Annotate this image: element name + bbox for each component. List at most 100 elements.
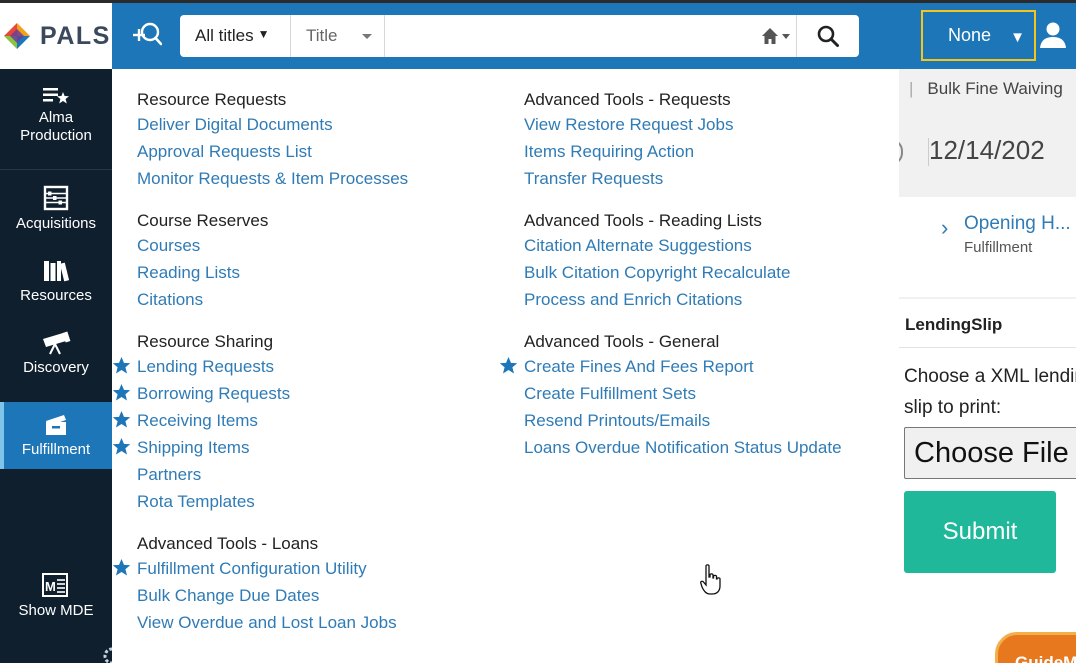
- menu-link-label: Deliver Digital Documents: [137, 115, 333, 134]
- favorite-star-icon[interactable]: [499, 356, 518, 375]
- favorite-star-icon[interactable]: [112, 383, 131, 402]
- nav-fulfillment[interactable]: Fulfillment: [0, 402, 112, 469]
- mde-icon: M: [42, 573, 68, 597]
- menu-column-left: Resource Requests Deliver Digital Documen…: [112, 88, 497, 653]
- menu-link-borrowing-requests[interactable]: Borrowing Requests: [112, 380, 497, 407]
- favorite-star-icon[interactable]: [112, 410, 131, 429]
- menu-link-process-and-enrich-citations[interactable]: Process and Enrich Citations: [524, 286, 884, 313]
- caret-down-icon: ▼: [257, 26, 270, 41]
- menu-link-label: Citation Alternate Suggestions: [524, 236, 752, 255]
- menu-link-label: Shipping Items: [137, 438, 250, 457]
- logo[interactable]: PALS: [0, 3, 112, 69]
- nav-discovery[interactable]: Discovery: [0, 331, 112, 377]
- menu-link-label: Items Requiring Action: [524, 142, 695, 161]
- hand-cursor-icon: [700, 564, 721, 595]
- task-card[interactable]: › Opening H... Fulfillment: [899, 197, 1076, 297]
- favorite-star-icon[interactable]: [112, 558, 131, 577]
- menu-link-label: Loans Overdue Notification Status Update: [524, 438, 842, 457]
- menu-link-citations[interactable]: Citations: [137, 286, 497, 313]
- chevron-right-icon: ›: [941, 215, 949, 240]
- search-input[interactable]: [385, 15, 755, 57]
- breadcrumb: | Bulk Fine Waiving: [909, 79, 1063, 99]
- fulfillment-menu: Resource Requests Deliver Digital Documen…: [112, 69, 899, 663]
- search-scope-label: All titles: [195, 26, 254, 45]
- alma-star-icon: [43, 88, 69, 104]
- menu-link-view-overdue-and-lost-loan-jobs[interactable]: View Overdue and Lost Loan Jobs: [137, 609, 497, 636]
- menu-link-label: Receiving Items: [137, 411, 258, 430]
- menu-link-resend-printouts-emails[interactable]: Resend Printouts/Emails: [524, 407, 884, 434]
- menu-link-bulk-citation-copyright-recalculate[interactable]: Bulk Citation Copyright Recalculate: [524, 259, 884, 286]
- menu-link-lending-requests[interactable]: Lending Requests: [112, 353, 497, 380]
- menu-link-items-requiring-action[interactable]: Items Requiring Action: [524, 138, 884, 165]
- menu-link-loans-overdue-notification-status-update[interactable]: Loans Overdue Notification Status Update: [524, 434, 884, 461]
- menu-group-advanced-tools-reading-lists: Advanced Tools - Reading Lists Citation A…: [524, 209, 884, 313]
- search-scope-dropdown[interactable]: All titles ▼: [180, 15, 291, 57]
- nav-resources[interactable]: Resources: [0, 259, 112, 305]
- institution-selector[interactable]: None ▼: [921, 10, 1036, 61]
- nav-alma-production[interactable]: Alma Production: [0, 85, 112, 145]
- favorite-star-icon[interactable]: [112, 356, 131, 375]
- menu-link-partners[interactable]: Partners: [137, 461, 497, 488]
- menu-link-citation-alternate-suggestions[interactable]: Citation Alternate Suggestions: [524, 232, 884, 259]
- menu-link-approval-requests-list[interactable]: Approval Requests List: [137, 138, 497, 165]
- nav-divider: [0, 169, 112, 170]
- menu-link-label: Transfer Requests: [524, 169, 664, 188]
- submit-button[interactable]: Submit: [904, 491, 1056, 573]
- menu-group-title: Advanced Tools - Reading Lists: [524, 211, 762, 230]
- menu-link-label: Borrowing Requests: [137, 384, 291, 403]
- menu-link-monitor-requests-item-processes[interactable]: Monitor Requests & Item Processes: [137, 165, 497, 192]
- menu-link-receiving-items[interactable]: Receiving Items: [112, 407, 497, 434]
- institution-selector-label: None: [948, 25, 992, 45]
- task-card-subtitle: Fulfillment: [964, 239, 1033, 256]
- menu-link-deliver-digital-documents[interactable]: Deliver Digital Documents: [137, 111, 497, 138]
- search-bar: All titles ▼ Title: [180, 15, 859, 57]
- menu-link-create-fulfillment-sets[interactable]: Create Fulfillment Sets: [524, 380, 884, 407]
- menu-link-create-fines-and-fees-report[interactable]: Create Fines And Fees Report: [499, 353, 884, 380]
- guideme-button[interactable]: GuideMe: [995, 632, 1076, 663]
- menu-group-advanced-tools-loans: Advanced Tools - Loans Fulfillment Config…: [112, 532, 497, 636]
- search-field-dropdown[interactable]: Title: [291, 15, 385, 57]
- favorite-star-icon[interactable]: [112, 437, 131, 456]
- menu-link-label: Rota Templates: [137, 492, 255, 511]
- background-page: | Bulk Fine Waiving 12/14/202 › Opening H…: [899, 69, 1076, 663]
- triangle-down-icon: [362, 34, 372, 39]
- menu-link-label: Create Fines And Fees Report: [524, 357, 754, 376]
- menu-link-view-restore-request-jobs[interactable]: View Restore Request Jobs: [524, 111, 884, 138]
- menu-group-course-reserves: Course Reserves Courses Reading Lists Citat…: [137, 209, 497, 313]
- home-scope-button[interactable]: [755, 15, 797, 57]
- menu-group-advanced-tools-general: Advanced Tools - General Create Fines And…: [499, 330, 884, 461]
- form-prompt: Choose a XML lending slip to print:: [904, 366, 1076, 418]
- menu-link-label: Reading Lists: [137, 263, 241, 282]
- search-button[interactable]: [797, 15, 859, 57]
- menu-link-label: Resend Printouts/Emails: [524, 411, 711, 430]
- menu-link-label: Bulk Citation Copyright Recalculate: [524, 263, 791, 282]
- task-card-title[interactable]: Opening H...: [964, 213, 1071, 235]
- menu-link-bulk-change-due-dates[interactable]: Bulk Change Due Dates: [137, 582, 497, 609]
- breadcrumb-item[interactable]: Bulk Fine Waiving: [927, 79, 1062, 98]
- menu-link-transfer-requests[interactable]: Transfer Requests: [524, 165, 884, 192]
- home-icon: [761, 28, 790, 44]
- svg-text:M: M: [45, 579, 56, 594]
- menu-link-label: Citations: [137, 290, 204, 309]
- menu-column-right: Advanced Tools - Requests View Restore Re…: [499, 88, 884, 478]
- menu-link-label: View Overdue and Lost Loan Jobs: [137, 613, 397, 632]
- chevron-down-icon: ▼: [1010, 29, 1025, 46]
- user-icon[interactable]: [1039, 21, 1067, 49]
- menu-group-title: Resource Requests: [137, 90, 287, 109]
- logo-text: PALS: [40, 21, 111, 50]
- nav-show-mde[interactable]: M Show MDE: [0, 572, 112, 620]
- nav-acquisitions[interactable]: Acquisitions: [0, 185, 112, 233]
- menu-link-rota-templates[interactable]: Rota Templates: [137, 488, 497, 515]
- menu-link-courses[interactable]: Courses: [137, 232, 497, 259]
- menu-link-reading-lists[interactable]: Reading Lists: [137, 259, 497, 286]
- menu-link-label: Monitor Requests & Item Processes: [137, 169, 409, 188]
- menu-link-fulfillment-configuration-utility[interactable]: Fulfillment Configuration Utility: [112, 555, 497, 582]
- menu-group-advanced-tools-requests: Advanced Tools - Requests View Restore Re…: [524, 88, 884, 192]
- search-field-label: Title: [306, 26, 338, 45]
- add-search-icon[interactable]: [132, 20, 162, 50]
- pals-logo-icon: [4, 23, 30, 49]
- nav-label: Fulfillment: [21, 441, 91, 458]
- menu-link-shipping-items[interactable]: Shipping Items: [112, 434, 497, 461]
- top-bar: PALS All titles ▼ Title None ▼: [0, 0, 1076, 69]
- choose-file-button[interactable]: Choose File: [904, 427, 1076, 479]
